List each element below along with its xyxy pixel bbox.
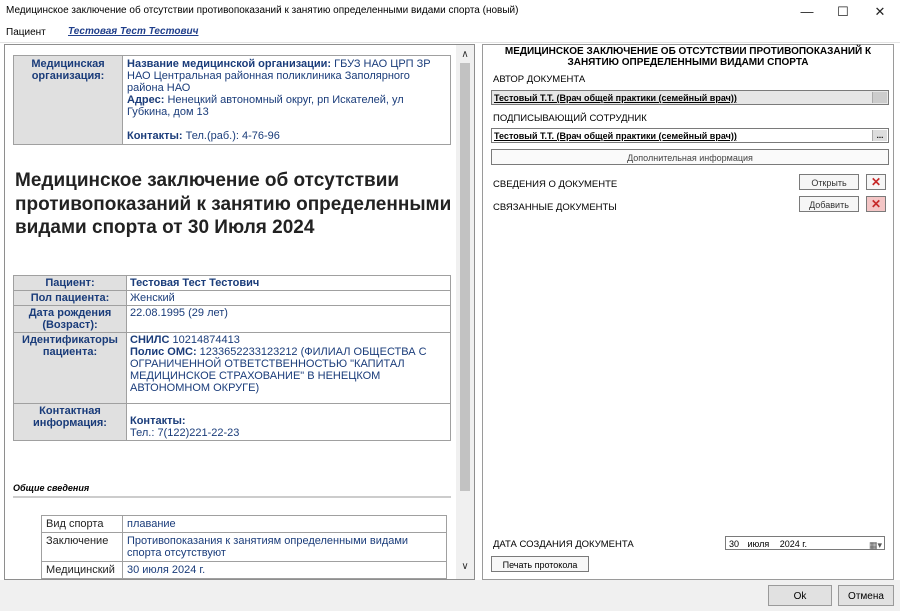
author-dropdown-button[interactable] <box>872 92 887 103</box>
org-header: Медицинская организация: <box>13 55 123 145</box>
org-address-value: Ненецкий автономный округ, рп Искателей,… <box>127 94 404 118</box>
contact-header: Контактная информация: <box>13 403 127 441</box>
sex-header: Пол пациента: <box>13 290 127 306</box>
created-date-input[interactable]: 30 июля 2024 г. ▦▾ <box>725 536 885 550</box>
remove-related-icon[interactable]: ✕ <box>866 196 886 212</box>
contact-value: Контакты: Тел.: 7(122)221-22-23 <box>126 403 451 441</box>
scroll-up-icon[interactable]: ∧ <box>456 47 474 63</box>
sport-value: плавание <box>122 515 447 533</box>
snils-key: СНИЛС <box>130 334 170 346</box>
author-value: Тестовый Т.Т. (Врач общей практики (семе… <box>494 93 737 103</box>
signer-label: ПОДПИСЫВАЮЩИЙ СОТРУДНИК <box>493 113 647 124</box>
birthdate-value: 22.08.1995 (29 лет) <box>126 305 451 333</box>
scroll-down-icon[interactable]: ∨ <box>456 559 474 575</box>
org-address-key: Адрес: <box>127 94 165 106</box>
patient-header: Пациент: <box>13 275 127 291</box>
sex-value: Женский <box>126 290 451 306</box>
add-button[interactable]: Добавить <box>799 196 859 212</box>
footer-bar: Ok Отмена <box>0 580 900 611</box>
doc-info-label: СВЕДЕНИЯ О ДОКУМЕНТЕ <box>493 179 618 190</box>
identifiers-value: СНИЛС 10214874413 Полис ОМС: 12336522331… <box>126 332 451 404</box>
author-field[interactable]: Тестовый Т.Т. (Врач общей практики (семе… <box>491 90 889 105</box>
created-date-label: ДАТА СОЗДАНИЯ ДОКУМЕНТА <box>493 539 634 550</box>
org-name-key: Название медицинской организации: <box>127 58 332 70</box>
patient-bar: Пациент Тестовая Тест Тестович <box>0 24 900 43</box>
calendar-icon[interactable]: ▦▾ <box>869 538 882 552</box>
scroll-thumb[interactable] <box>460 63 470 491</box>
vertical-scrollbar[interactable]: ∧ ∨ <box>456 44 475 580</box>
ok-button[interactable]: Ok <box>768 585 832 606</box>
related-docs-label: СВЯЗАННЫЕ ДОКУМЕНТЫ <box>493 202 617 213</box>
org-table: Медицинская организация: Название медици… <box>13 55 451 145</box>
signer-value: Тестовый Т.Т. (Врач общей практики (семе… <box>494 131 737 141</box>
minimize-button[interactable]: — <box>790 0 824 24</box>
print-protocol-button[interactable]: Печать протокола <box>491 556 589 572</box>
date-day: 30 <box>729 539 740 549</box>
close-button[interactable]: ✕ <box>863 0 897 24</box>
cancel-button[interactable]: Отмена <box>838 585 894 606</box>
birthdate-header: Дата рождения (Возраст): <box>13 305 127 333</box>
remove-doc-info-icon[interactable]: ✕ <box>866 174 886 190</box>
maximize-button[interactable]: ☐ <box>826 0 860 24</box>
medical-value: 30 июля 2024 г. <box>122 561 447 579</box>
author-label: АВТОР ДОКУМЕНТА <box>493 74 586 85</box>
org-contacts-value: Тел.(раб.): 4-76-96 <box>185 130 280 142</box>
contact-phone: Тел.: 7(122)221-22-23 <box>130 427 240 439</box>
open-button[interactable]: Открыть <box>799 174 859 190</box>
date-month: июля <box>747 539 770 549</box>
identifiers-header: Идентификаторы пациента: <box>13 332 127 404</box>
patient-value: Тестовая Тест Тестович <box>126 275 451 291</box>
section-general-info: Общие сведения <box>13 483 451 498</box>
org-details: Название медицинской организации: ГБУЗ Н… <box>122 55 451 145</box>
document-title: Медицинское заключение об отсутствии про… <box>15 170 452 238</box>
org-contacts-key: Контакты: <box>127 130 183 142</box>
patient-label: Пациент <box>6 27 46 38</box>
signer-field[interactable]: Тестовый Т.Т. (Врач общей практики (семе… <box>491 128 889 143</box>
date-year: 2024 г. <box>779 539 807 549</box>
general-info-table: Вид спорта плавание Заключение Противопо… <box>41 515 447 579</box>
title-bar: Медицинское заключение об отсутствии про… <box>0 0 900 24</box>
properties-panel: МЕДИЦИНСКОЕ ЗАКЛЮЧЕНИЕ ОБ ОТСУТСТВИИ ПРО… <box>482 44 894 580</box>
panel-title: МЕДИЦИНСКОЕ ЗАКЛЮЧЕНИЕ ОБ ОТСУТСТВИИ ПРО… <box>504 46 872 68</box>
snils-value: 10214874413 <box>172 334 240 346</box>
extra-info-button[interactable]: Дополнительная информация <box>491 149 889 165</box>
oms-key: Полис ОМС: <box>130 346 197 358</box>
conclusion-value: Противопоказания к занятиям определенным… <box>122 532 447 562</box>
signer-picker-button[interactable]: ... <box>872 130 887 141</box>
medical-header: Медицинский <box>41 561 123 579</box>
document-preview[interactable]: Медицинская организация: Название медици… <box>4 44 458 580</box>
patient-table: Пациент: Тестовая Тест Тестович Пол паци… <box>13 275 451 441</box>
sport-header: Вид спорта <box>41 515 123 533</box>
patient-link[interactable]: Тестовая Тест Тестович <box>68 26 198 37</box>
conclusion-header: Заключение <box>41 532 123 562</box>
window-title: Медицинское заключение об отсутствии про… <box>6 5 519 16</box>
contact-key: Контакты: <box>130 415 186 427</box>
